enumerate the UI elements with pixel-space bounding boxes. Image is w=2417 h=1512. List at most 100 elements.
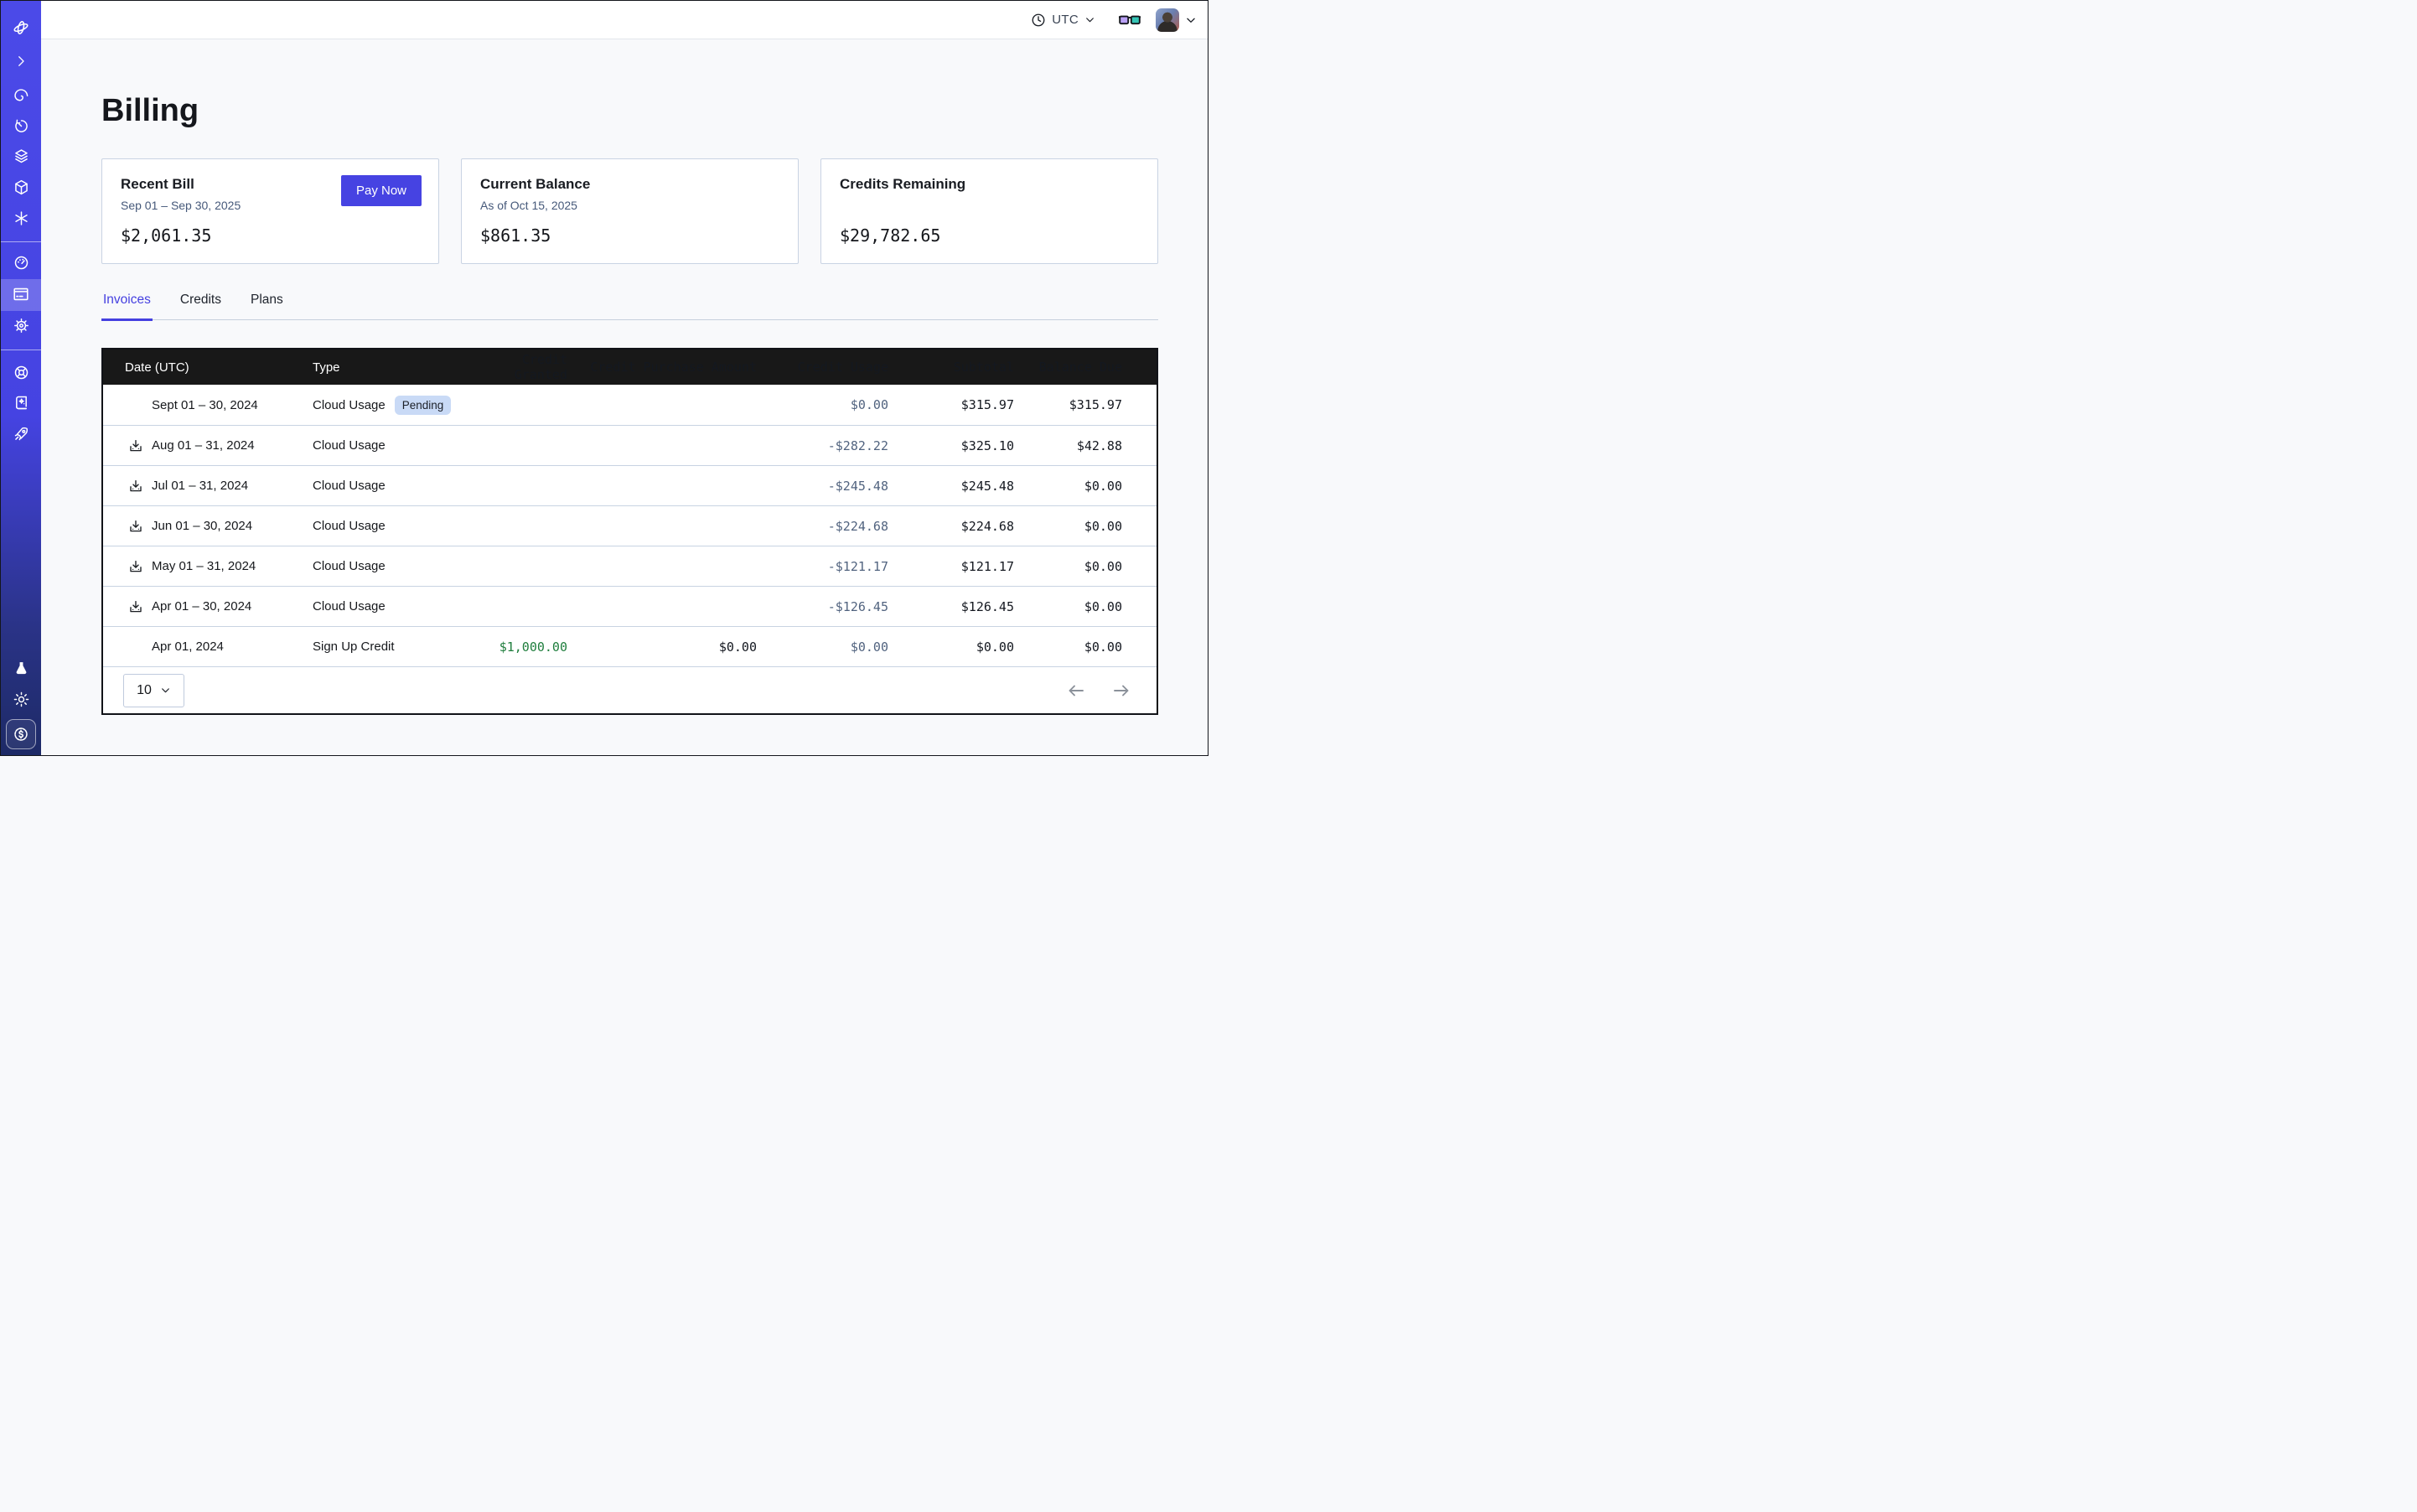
table-row: Sept 01 – 30, 2024 Cloud Usage Pending $… (103, 385, 1157, 425)
rocket-icon[interactable] (1, 418, 41, 448)
column-header: Subtotal (888, 360, 1014, 375)
summary-cards: Recent Bill Sep 01 – Sep 30, 2025 $2,061… (101, 158, 1158, 264)
credit-usage-value: -$282.22 (757, 438, 888, 453)
chevron-down-icon (160, 685, 171, 696)
invoice-date: Apr 01 – 30, 2024 (152, 599, 251, 614)
invoice-date: Apr 01, 2024 (152, 639, 224, 654)
column-header: Date (UTC) (103, 360, 313, 375)
download-invoice-icon[interactable] (128, 479, 143, 494)
invoice-date: Aug 01 – 31, 2024 (152, 438, 255, 453)
support-life-ring-icon[interactable] (1, 357, 41, 387)
type-cell: Cloud Usage Pending (313, 396, 480, 415)
date-cell: Jul 01 – 31, 2024 (103, 479, 313, 494)
sidebar-divider (1, 241, 41, 242)
date-cell: Sept 01 – 30, 2024 (103, 397, 313, 412)
user-avatar[interactable] (1156, 8, 1179, 32)
invoice-type: Sign Up Credit (313, 639, 395, 654)
invoice-type: Cloud Usage (313, 519, 386, 533)
recent-bill-card: Recent Bill Sep 01 – Sep 30, 2025 $2,061… (101, 158, 439, 264)
balance-due-value: $315.97 (1014, 397, 1122, 412)
date-cell: Apr 01 – 30, 2024 (103, 599, 313, 614)
previous-page-button[interactable] (1066, 681, 1086, 701)
next-page-button[interactable] (1111, 681, 1131, 701)
cube-icon[interactable] (1, 172, 41, 202)
history-timer-icon[interactable] (1, 111, 41, 141)
card-title: Credits Remaining (840, 176, 1139, 193)
timezone-selector[interactable]: UTC (1031, 13, 1095, 28)
download-invoice-icon[interactable] (128, 519, 143, 534)
download-invoice-icon[interactable] (128, 599, 143, 614)
date-cell: May 01 – 31, 2024 (103, 559, 313, 574)
topbar: UTC (41, 1, 1208, 39)
invoice-type: Cloud Usage (313, 479, 386, 493)
invoice-type: Cloud Usage (313, 599, 386, 614)
invoice-date: Sept 01 – 30, 2024 (152, 398, 258, 412)
table-body: Sept 01 – 30, 2024 Cloud Usage Pending $… (103, 385, 1157, 666)
billing-tabs: Invoices Credits Plans (101, 293, 1158, 320)
settings-gear-icon[interactable] (1, 310, 41, 340)
type-cell: Sign Up Credit (313, 639, 480, 654)
download-invoice-icon[interactable] (128, 438, 143, 453)
subtotal-value: $126.45 (888, 599, 1014, 614)
page-size-value: 10 (137, 683, 152, 698)
chevron-down-icon (1185, 14, 1197, 26)
labs-flask-icon[interactable] (1, 653, 41, 683)
card-subtitle (840, 199, 1139, 214)
layers-icon[interactable] (1, 141, 41, 171)
current-balance-amount: $861.35 (480, 225, 779, 246)
docs-book-sparkle-icon[interactable] (1, 387, 41, 417)
download-invoice-icon[interactable] (128, 559, 143, 574)
card-title: Current Balance (480, 176, 779, 193)
tab-credits[interactable]: Credits (179, 293, 223, 321)
balance-due-value: $0.00 (1014, 559, 1122, 574)
subtotal-value: $245.48 (888, 479, 1014, 494)
type-cell: Cloud Usage (313, 599, 480, 614)
credit-granted-value: $1,000.00 (480, 639, 567, 655)
type-cell: Cloud Usage (313, 479, 480, 493)
credit-usage-value: $0.00 (757, 639, 888, 655)
invoices-table: Date (UTC) Type Credit Granted Credit Pu… (101, 348, 1158, 715)
card-subtitle: As of Oct 15, 2025 (480, 199, 779, 214)
column-header: Credit Purchase Amount (567, 360, 757, 375)
expand-sidebar-chevron-right-icon[interactable] (1, 46, 41, 76)
spiral-icon[interactable] (1, 80, 41, 111)
invoice-date: Jun 01 – 30, 2024 (152, 519, 252, 533)
account-menu[interactable] (1156, 8, 1197, 32)
subtotal-value: $121.17 (888, 559, 1014, 574)
invoice-type: Cloud Usage (313, 438, 386, 453)
sidebar-item-billing[interactable] (1, 279, 41, 309)
invoice-type: Cloud Usage (313, 398, 386, 412)
credit-usage-value: -$126.45 (757, 599, 888, 614)
balance-due-value: $0.00 (1014, 639, 1122, 655)
orbit-logo-icon[interactable] (1, 13, 41, 43)
credits-remaining-amount: $29,782.65 (840, 225, 1139, 246)
tab-plans[interactable]: Plans (249, 293, 285, 321)
invoice-date: Jul 01 – 31, 2024 (152, 479, 248, 493)
credits-remaining-card: Credits Remaining $29,782.65 (820, 158, 1158, 264)
date-cell: Jun 01 – 30, 2024 (103, 519, 313, 534)
column-header: Credit Granted (480, 352, 567, 382)
usage-gauge-icon[interactable] (1, 247, 41, 277)
tab-invoices[interactable]: Invoices (101, 293, 153, 321)
date-cell: Apr 01, 2024 (103, 639, 313, 655)
table-row: Apr 01, 2024 Sign Up Credit $1,000.00 $0… (103, 626, 1157, 666)
app-window: UTC Billing Recent Bill Sep 0 (0, 0, 1208, 756)
credits-dollar-badge-button[interactable] (6, 719, 36, 749)
chevron-down-icon (1084, 14, 1095, 25)
reader-glasses-icon[interactable] (1119, 13, 1141, 28)
balance-due-value: $0.00 (1014, 479, 1122, 494)
theme-sun-icon[interactable] (1, 684, 41, 714)
table-row: Jul 01 – 31, 2024 Cloud Usage -$245.48 $… (103, 465, 1157, 505)
invoice-type: Cloud Usage (313, 559, 386, 573)
table-header: Date (UTC) Type Credit Granted Credit Pu… (103, 350, 1157, 385)
balance-due-value: $0.00 (1014, 599, 1122, 614)
asterisk-icon[interactable] (1, 203, 41, 233)
credit-usage-value: -$245.48 (757, 479, 888, 494)
column-header: Type (313, 360, 480, 375)
pay-now-button[interactable]: Pay Now (341, 175, 422, 206)
page-size-select[interactable]: 10 (123, 674, 184, 707)
subtotal-value: $315.97 (888, 397, 1014, 412)
table-row: May 01 – 31, 2024 Cloud Usage -$121.17 $… (103, 546, 1157, 586)
invoice-date: May 01 – 31, 2024 (152, 559, 256, 573)
credit-usage-value: $0.00 (757, 397, 888, 412)
